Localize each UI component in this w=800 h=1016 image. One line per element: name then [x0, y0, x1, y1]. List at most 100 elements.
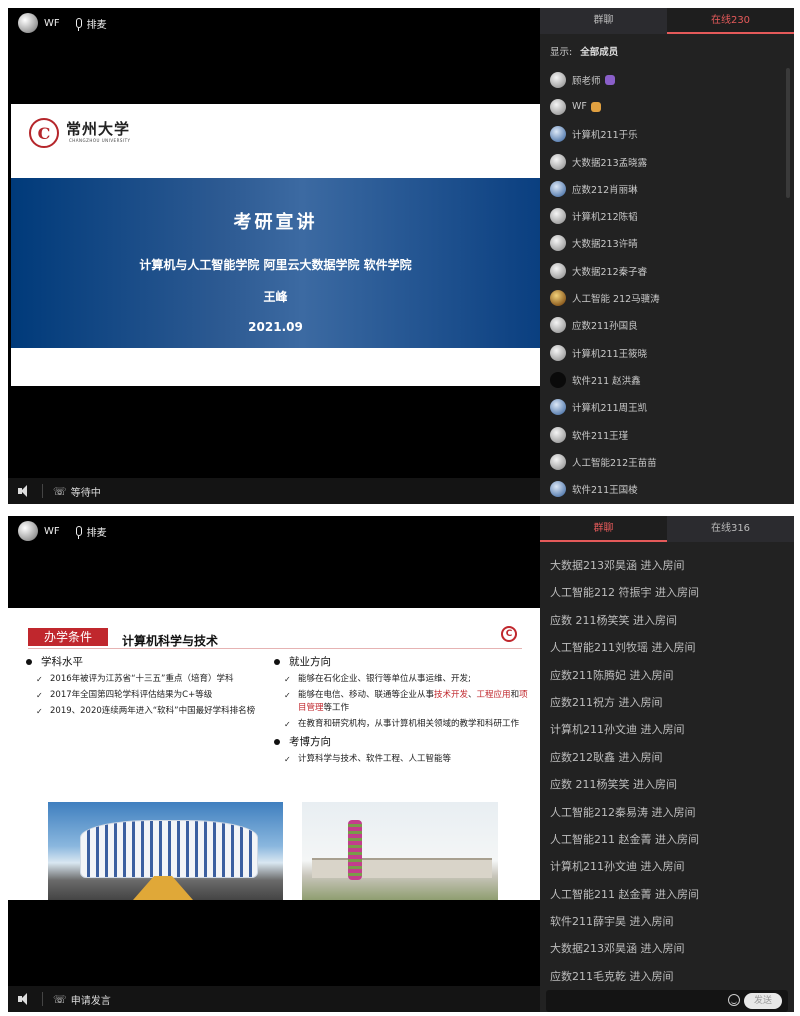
mic-queue-button[interactable]: 排麦 [75, 16, 107, 31]
member-name: 应数211孙国良 [572, 321, 638, 333]
session-panel-2: WF 排麦 办学条件 计算机科学与技术 C 学科水平 ✓ 2016年被评为江苏省“… [0, 508, 800, 1016]
check-icon: ✓ [284, 755, 291, 764]
list-item[interactable]: 计算机211于乐 [550, 121, 784, 148]
avatar [550, 453, 566, 470]
request-speak-button[interactable]: 申请发言 [71, 992, 111, 1007]
emoji-icon[interactable] [728, 994, 740, 1006]
bullet-icon [26, 658, 32, 665]
section-heading-text: 学科水平 [41, 656, 83, 668]
phone-icon[interactable]: ☏ [53, 993, 67, 1006]
tab-online[interactable]: 在线316 [667, 516, 794, 542]
tab-group-chat[interactable]: 群聊 [540, 516, 667, 542]
list-item: ✓ 能够在电信、移动、联通等企业从事技术开发、工程应用和项目管理等工作 [284, 689, 534, 715]
list-item-text: 能够在电信、移动、联通等企业从事技术开发、工程应用和项目管理等工作 [298, 689, 534, 715]
list-item-text: 2016年被评为江苏省“十三五”重点（培育）学科 [50, 674, 234, 684]
avatar [550, 71, 566, 88]
session-panel-1: WF 排麦 C 常州大学 CHANGZHOU UNIVERSITY 考研宣讲 计… [0, 0, 800, 508]
avatar [550, 399, 566, 416]
member-name: 软件211王瑾 [572, 430, 629, 442]
bullet-icon [274, 738, 280, 745]
member-name: 计算机211于乐 [572, 130, 638, 142]
chat-input[interactable]: 发送 [546, 990, 788, 1012]
member-name: WF [572, 101, 587, 113]
avatar [550, 98, 566, 115]
call-status: 等待中 [70, 487, 101, 499]
chat-message: 应数211祝方 进入房间 [550, 695, 663, 709]
slide-section-tag: 办学条件 [28, 628, 108, 646]
presenter-avatar [18, 13, 38, 33]
chat-message: 应数 211杨笑笑 进入房间 [550, 613, 677, 627]
member-name: 软件211王国棱 [572, 485, 638, 497]
slide-content: 办学条件 计算机科学与技术 C 学科水平 ✓ 2016年被评为江苏省“十三五”重点… [8, 608, 540, 900]
speaker-icon[interactable] [18, 993, 32, 1005]
avatar [550, 235, 566, 252]
avatar [550, 290, 566, 307]
microphone-icon [75, 526, 82, 539]
teacher-icon [604, 74, 615, 85]
tab-group-chat[interactable]: 群聊 [540, 8, 667, 34]
list-item[interactable]: 软件211王瑾 [550, 421, 784, 448]
arena-building [80, 820, 258, 878]
section-heading-text: 考博方向 [289, 736, 331, 748]
chat-tabs: 群聊 在线230 [540, 8, 794, 34]
slide-left-column: 学科水平 ✓ 2016年被评为江苏省“十三五”重点（培育）学科 ✓ 2017年全国第… [24, 654, 274, 721]
divider [42, 484, 43, 498]
chat-message: 计算机211孙文迪 进入房间 [550, 723, 685, 737]
member-name: 计算机211周王凯 [572, 403, 648, 415]
list-item[interactable]: 计算机212陈韬 [550, 202, 784, 229]
list-item[interactable]: 大数据213许晴 [550, 230, 784, 257]
divider [28, 648, 522, 649]
list-item[interactable]: 大数据213孟晓露 [550, 148, 784, 175]
check-icon: ✓ [284, 720, 291, 729]
list-item[interactable]: 计算机211周王凯 [550, 394, 784, 421]
chat-sidebar: 群聊 在线230 显示: 全部成员 顾老师 WF 计算机211于乐 大数据213孟… [540, 8, 794, 504]
text-segment: 等工作 [323, 703, 350, 713]
list-item-text: 2017年全国第四轮学科评估结果为C+等级 [50, 690, 213, 700]
chat-message: 计算机211孙文迪 进入房间 [550, 860, 685, 874]
list-item[interactable]: 顾老师 [550, 66, 784, 93]
chat-message: 软件211薛宇昊 进入房间 [550, 915, 674, 929]
list-item[interactable]: WF [550, 93, 784, 120]
highlight-text: 技术开发 [434, 690, 469, 700]
list-item[interactable]: 人工智能212王苗苗 [550, 448, 784, 475]
check-icon: ✓ [284, 675, 291, 684]
list-item[interactable]: 软件211 赵洪鑫 [550, 366, 784, 393]
list-item[interactable]: 应数212肖丽琳 [550, 175, 784, 202]
mic-queue-button[interactable]: 排麦 [75, 524, 107, 539]
member-list-scrollbar[interactable] [786, 68, 790, 198]
avatar [550, 317, 566, 334]
flowers [348, 820, 362, 880]
slide-subtitle: 计算机与人工智能学院 阿里云大数据学院 软件学院 [139, 258, 412, 272]
member-name: 顾老师 [572, 75, 601, 87]
member-name: 人工智能212王苗苗 [572, 457, 657, 469]
highlight-text: 工程应用 [476, 690, 511, 700]
list-item[interactable]: 人工智能 212马骥涛 [550, 284, 784, 311]
send-button[interactable]: 发送 [744, 993, 782, 1009]
member-name: 计算机211王筱晓 [572, 348, 648, 360]
list-item[interactable]: 应数211孙国良 [550, 312, 784, 339]
chat-message: 人工智能212秦易涛 进入房间 [550, 805, 696, 819]
list-item[interactable]: 软件211王国棱 [550, 475, 784, 502]
list-item[interactable]: 大数据212秦子睿 [550, 257, 784, 284]
member-name: 应数212肖丽琳 [572, 184, 638, 196]
avatar [550, 208, 566, 225]
chat-message: 人工智能211 赵金菁 进入房间 [550, 832, 699, 846]
text-segment: 能够在电信、移动、联通等企业从事 [298, 690, 435, 700]
presenter-name: WF [44, 17, 60, 29]
phone-icon[interactable]: ☏ [53, 485, 67, 498]
avatar [550, 262, 566, 279]
bullet-icon [274, 658, 280, 665]
speaker-icon[interactable] [18, 485, 32, 497]
list-item-text: 在教育和研究机构，从事计算机相关领域的教学和科研工作 [298, 719, 520, 729]
list-item-text: 能够在石化企业、银行等单位从事运维、开发; [298, 674, 471, 684]
check-icon: ✓ [36, 707, 43, 716]
video-topbar: WF 排麦 [8, 8, 540, 38]
tab-online[interactable]: 在线230 [667, 8, 794, 34]
list-item[interactable]: 计算机211王筱晓 [550, 339, 784, 366]
list-item: ✓ 能够在石化企业、银行等单位从事运维、开发; [284, 673, 534, 686]
list-item: ✓ 计算科学与技术、软件工程、人工智能等 [284, 753, 534, 766]
university-logo-icon: C [501, 626, 517, 642]
member-filter[interactable]: 显示: 全部成员 [550, 44, 618, 58]
list-item: ✓ 2017年全国第四轮学科评估结果为C+等级 [36, 689, 274, 702]
slide-title: 计算机科学与技术 [122, 634, 219, 648]
